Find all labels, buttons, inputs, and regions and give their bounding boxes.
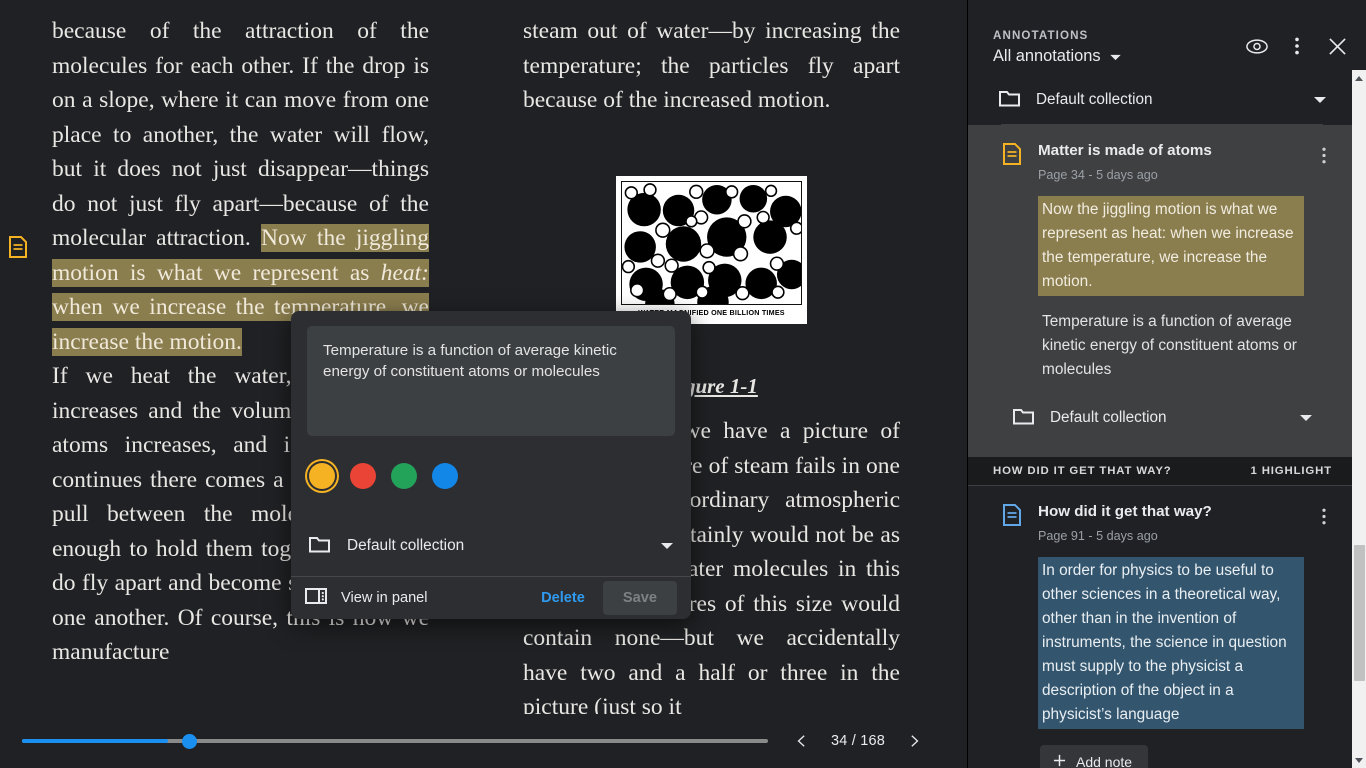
panel-icon — [305, 587, 327, 609]
scrollbar-thumb[interactable] — [1354, 545, 1365, 681]
annotation-title: Matter is made of atoms — [1038, 142, 1212, 159]
add-note-button[interactable]: Add note — [1040, 745, 1149, 768]
page-text-right-column: steam out of water—by increasing the tem… — [523, 14, 900, 118]
page-slider-thumb[interactable] — [182, 734, 197, 749]
annotation-highlight-text[interactable]: In order for physics to be useful to oth… — [1038, 557, 1304, 729]
chevron-down-icon — [1109, 47, 1121, 66]
document-icon — [1002, 143, 1024, 167]
sidebar-scrollbar[interactable] — [1352, 70, 1366, 768]
color-swatch-green[interactable] — [391, 463, 417, 489]
chevron-down-icon[interactable] — [1314, 91, 1326, 109]
annotations-sidebar: ANNOTATIONS All annotations Default coll… — [967, 0, 1366, 768]
annotation-card[interactable]: How did it get that way? Page 91 - 5 day… — [968, 486, 1354, 768]
annotation-card-body: Now the jiggling motion is what we repre… — [982, 196, 1340, 382]
popup-collection-label: Default collection — [347, 537, 465, 554]
annotation-card-header: How did it get that way? Page 91 - 5 day… — [982, 502, 1340, 543]
paragraph-right-top: steam out of water—by increasing the tem… — [523, 18, 900, 113]
color-swatch-red[interactable] — [350, 463, 376, 489]
annotation-card-main: How did it get that way? Page 91 - 5 day… — [1038, 502, 1312, 543]
document-icon — [1002, 504, 1024, 528]
annotations-filter-dropdown[interactable]: All annotations — [993, 47, 1121, 66]
annotation-collection-selector[interactable]: Default collection — [982, 394, 1340, 442]
folder-icon — [1013, 407, 1035, 430]
color-swatch-yellow[interactable] — [309, 463, 335, 489]
figure-water-magnified: WATER MAGNIFIED ONE BILLION TIMES — [616, 176, 807, 324]
note-textarea[interactable] — [307, 326, 675, 436]
sidebar-header-actions — [1241, 30, 1353, 62]
eye-icon[interactable] — [1241, 30, 1273, 62]
molecule-diagram — [622, 182, 801, 304]
annotation-group-header: HOW DID IT GET THAT WAY? 1 HIGHLIGHT — [968, 456, 1354, 486]
annotations-list[interactable]: Default collection Matter is made of ato… — [968, 76, 1354, 768]
group-header-count: 1 HIGHLIGHT — [1250, 465, 1332, 477]
group-header-title: HOW DID IT GET THAT WAY? — [993, 465, 1172, 477]
add-note-label: Add note — [1076, 754, 1133, 768]
page-nav: 34 / 168 — [784, 723, 932, 759]
annotation-overflow-menu[interactable] — [1312, 502, 1336, 530]
page-slider-fill — [22, 739, 168, 743]
annotation-highlight-text[interactable]: Now the jiggling motion is what we repre… — [1038, 196, 1304, 296]
save-button[interactable]: Save — [602, 581, 677, 615]
sidebar-header: ANNOTATIONS All annotations — [968, 0, 1366, 76]
annotation-card[interactable]: Matter is made of atoms Page 34 - 5 days… — [968, 125, 1354, 456]
more-vert-icon[interactable] — [1281, 30, 1313, 62]
folder-icon — [309, 535, 331, 558]
scroll-up-arrow-icon[interactable] — [1352, 70, 1366, 86]
annotation-note-text[interactable]: Temperature is a function of average kin… — [1038, 310, 1304, 382]
chevron-down-icon[interactable] — [661, 537, 673, 555]
popup-collection-selector[interactable]: Default collection — [291, 516, 691, 576]
view-in-panel-label: View in panel — [341, 590, 428, 606]
annotation-meta: Page 91 - 5 days ago — [1038, 529, 1158, 543]
color-swatch-blue[interactable] — [432, 463, 458, 489]
annotation-card-main: Matter is made of atoms Page 34 - 5 days… — [1038, 141, 1312, 182]
figure-image — [621, 181, 802, 305]
annotation-title: How did it get that way? — [1038, 503, 1212, 520]
paragraph-left: because of the attraction of the molecul… — [52, 14, 429, 359]
inline-highlight-italic[interactable]: heat: — [381, 260, 429, 286]
annotation-card-header: Matter is made of atoms Page 34 - 5 days… — [982, 141, 1340, 182]
prev-page-button[interactable] — [784, 723, 820, 759]
left-text-plain: because of the attraction of the molecul… — [52, 18, 429, 251]
annotation-card-body: In order for physics to be useful to oth… — [982, 557, 1340, 768]
view-in-panel-button[interactable]: View in panel — [305, 587, 428, 609]
collection-label: Default collection — [1050, 409, 1167, 426]
next-page-button[interactable] — [896, 723, 932, 759]
highlight-color-swatches — [309, 463, 458, 489]
note-editor-popup: Default collection View in panel — [291, 311, 691, 619]
app-root: because of the attraction of the molecul… — [0, 0, 1366, 768]
annotations-filter-label: All annotations — [993, 47, 1101, 65]
plus-icon — [1053, 754, 1066, 768]
sidebar-kicker: ANNOTATIONS — [993, 29, 1089, 42]
annotation-meta: Page 34 - 5 days ago — [1038, 168, 1158, 182]
page-slider[interactable] — [22, 731, 768, 751]
collection-label: Default collection — [1036, 91, 1153, 108]
popup-action-bar: View in panel Delete Save — [291, 577, 691, 619]
delete-button[interactable]: Delete — [529, 582, 597, 614]
collection-row-previous[interactable]: Default collection — [968, 76, 1354, 124]
reader-bottom-bar: 34 / 168 — [0, 714, 966, 768]
close-icon[interactable] — [1321, 30, 1353, 62]
scroll-down-arrow-icon[interactable] — [1352, 752, 1366, 768]
chevron-down-icon[interactable] — [1300, 409, 1312, 427]
folder-icon — [999, 89, 1021, 112]
page-indicator: 34 / 168 — [830, 733, 885, 749]
annotation-overflow-menu[interactable] — [1312, 141, 1336, 169]
